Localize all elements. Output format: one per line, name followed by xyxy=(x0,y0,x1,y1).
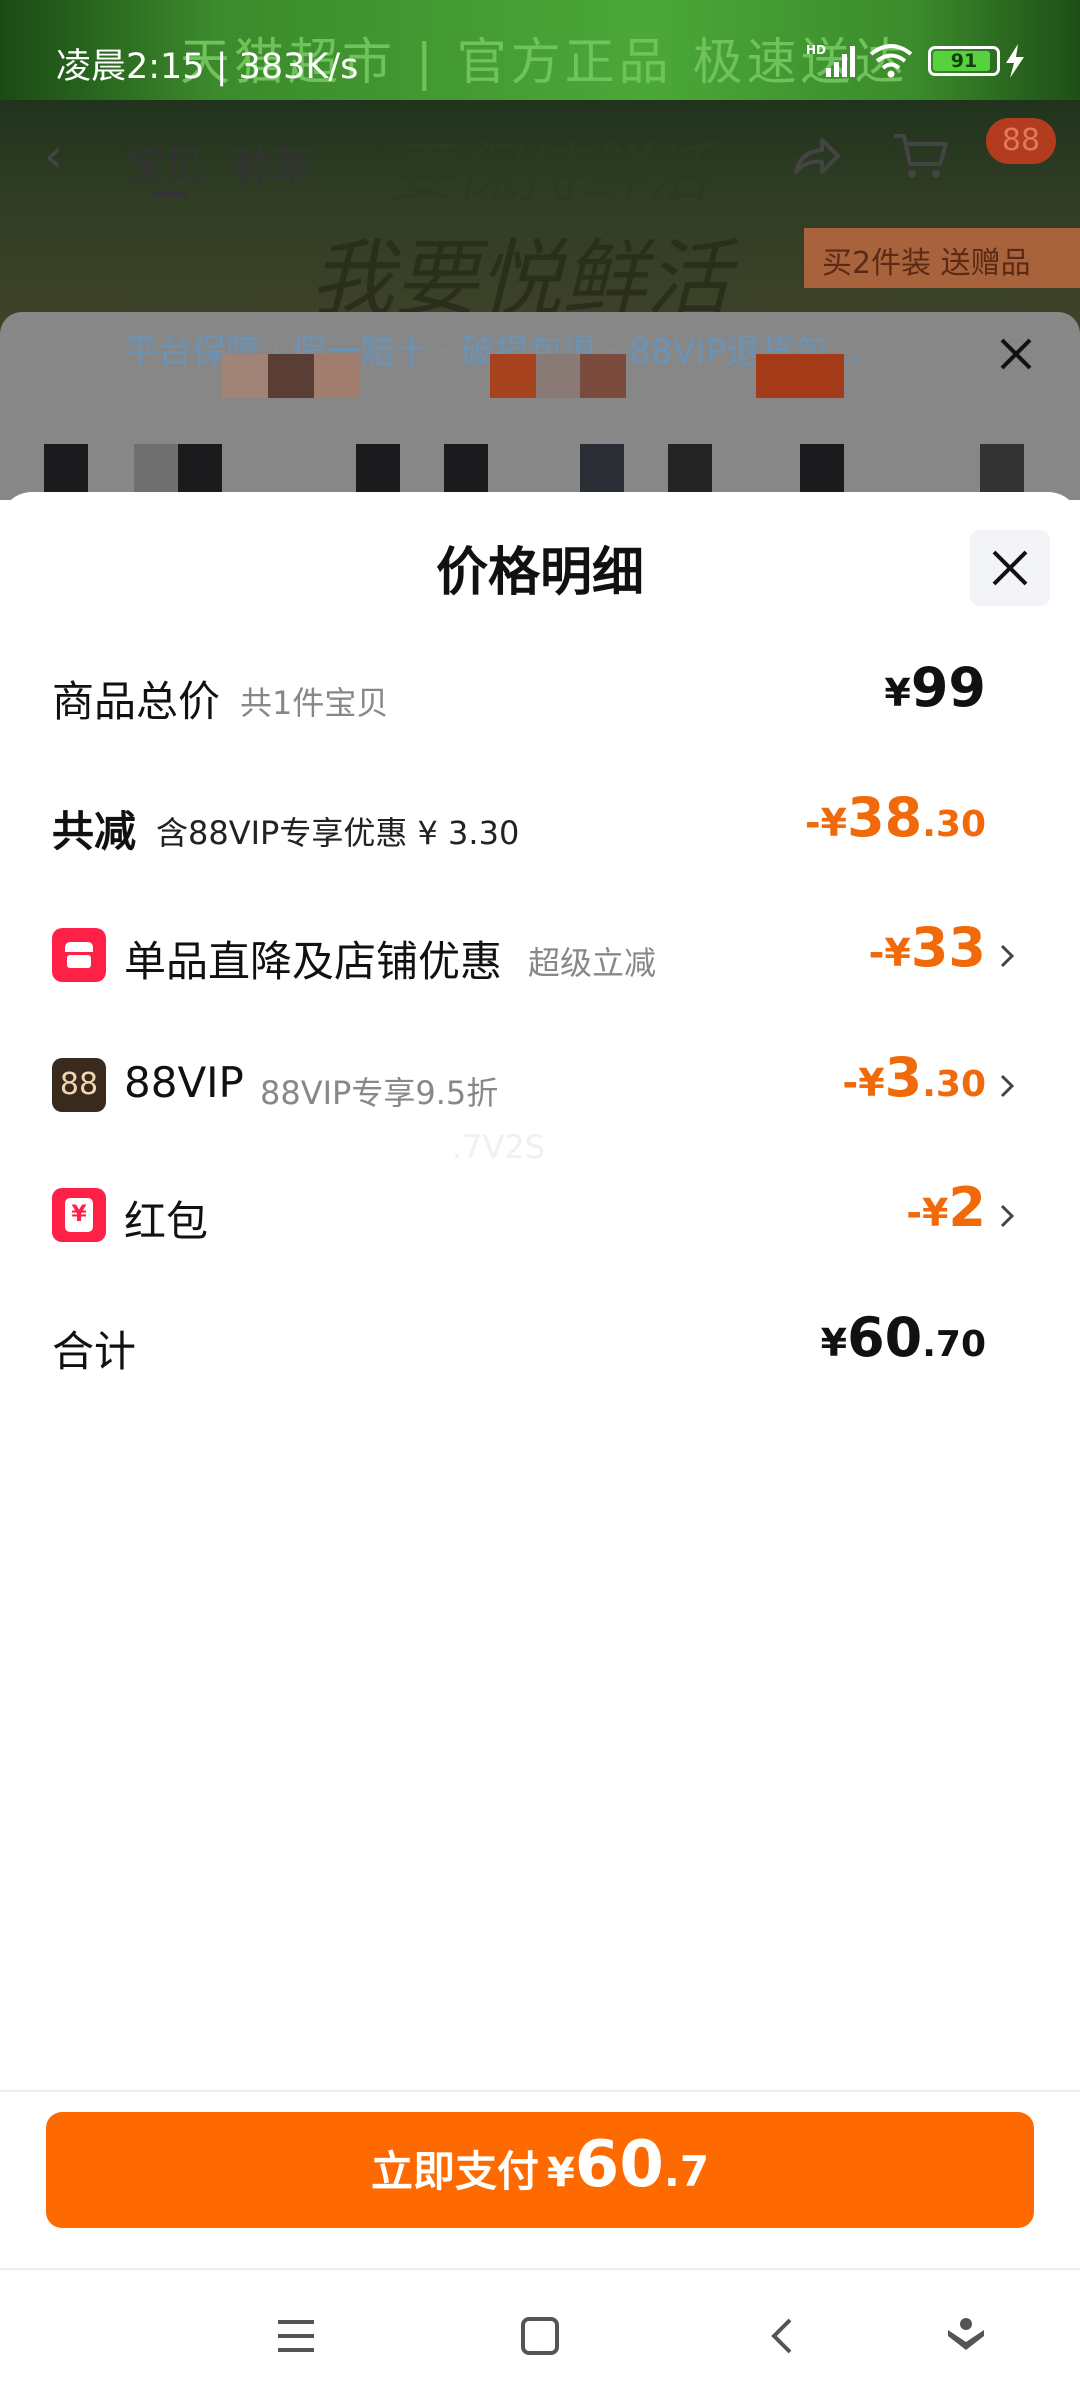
sheet-title: 价格明细 xyxy=(435,543,644,603)
pay-amount-int: 60 xyxy=(574,2128,664,2202)
swatch xyxy=(756,354,844,398)
sku-card: 平台保障 · 假一赔十 · 破损包退 · 88VIP退货包... xyxy=(0,312,1080,500)
swatch xyxy=(800,444,844,492)
size-swatches xyxy=(0,444,1080,492)
tab-recommend: 种草 xyxy=(232,144,312,190)
chevron-right-icon xyxy=(1000,944,1015,968)
menu-icon[interactable] xyxy=(274,2314,318,2358)
store-icon xyxy=(52,928,106,982)
row-amount: -¥3.30 xyxy=(842,1046,986,1109)
battery-icon: 91 xyxy=(928,46,1000,76)
wifi-icon xyxy=(869,44,913,78)
swatch xyxy=(178,444,222,492)
tab-product: 宝贝 xyxy=(125,144,205,190)
row-sub: 含88VIP专享优惠 ¥ 3.30 xyxy=(156,814,520,852)
swatch xyxy=(222,354,268,398)
row-amount: -¥33 xyxy=(868,916,986,979)
swatch xyxy=(980,444,1024,492)
color-swatches xyxy=(0,354,1080,404)
swatch xyxy=(580,354,626,398)
row-amount: -¥38.30 xyxy=(804,786,986,849)
watermark-text: .7V2S xyxy=(452,1128,546,1166)
pay-amount-dec: .7 xyxy=(663,2147,710,2196)
pay-button-content: 立即支付 ¥60.7 xyxy=(46,2128,1034,2202)
cart-icon xyxy=(894,134,948,178)
status-time: 凌晨2:15 | 383K/s xyxy=(56,47,359,87)
price-detail-sheet: 价格明细 商品总价 共1件宝贝 ¥99 共减 含88VIP专享优惠 ¥ 3.30… xyxy=(0,492,1080,2400)
row-amount: ¥60.70 xyxy=(820,1306,986,1369)
row-amount: -¥2 xyxy=(906,1176,986,1239)
back-icon[interactable] xyxy=(762,2314,806,2358)
signal-icon: HD xyxy=(806,43,855,77)
swatch xyxy=(536,354,582,398)
swatch xyxy=(490,354,536,398)
back-icon: ‹ xyxy=(44,128,64,184)
swatch xyxy=(134,444,178,492)
row-store-discount[interactable]: 单品直降及店铺优惠 超级立减 -¥33 xyxy=(0,910,1080,1000)
close-button[interactable] xyxy=(970,530,1050,606)
row-label: 合计 xyxy=(52,1327,137,1376)
swatch xyxy=(44,444,88,492)
tab-underline xyxy=(152,192,188,197)
pay-now-button[interactable]: 立即支付 ¥60.7 xyxy=(46,2112,1034,2228)
system-nav-bar xyxy=(0,2270,1080,2400)
share-icon xyxy=(794,138,840,174)
row-goods-total: 商品总价 共1件宝贝 ¥99 xyxy=(0,650,1080,740)
row-red-packet[interactable]: ¥ 红包 -¥2 xyxy=(0,1170,1080,1260)
88vip-icon: 88 xyxy=(52,1058,106,1112)
row-label: 88VIP xyxy=(124,1058,244,1107)
cart-badge: 88 xyxy=(986,118,1056,164)
divider xyxy=(0,2090,1080,2092)
pay-button-label: 立即支付 xyxy=(370,2147,539,2196)
row-label: 单品直降及店铺优惠 xyxy=(124,937,503,986)
row-label: 商品总价 xyxy=(52,677,221,726)
battery-level: 91 xyxy=(950,50,978,72)
swatch xyxy=(580,444,624,492)
promo-tag: 买2件装 送赠品 xyxy=(804,228,1080,288)
swatch xyxy=(668,444,712,492)
svg-text:HD: HD xyxy=(806,43,826,57)
chevron-right-icon xyxy=(1000,1204,1015,1228)
red-packet-icon: ¥ xyxy=(52,1188,106,1242)
row-label: 共减 xyxy=(52,807,137,856)
swatch xyxy=(356,444,400,492)
status-bar: 凌晨2:15 | 383K/s HD 91 xyxy=(0,0,1080,100)
row-sub: 超级立减 xyxy=(528,944,657,982)
charging-icon xyxy=(1006,44,1024,78)
swatch xyxy=(314,354,360,398)
row-amount: ¥99 xyxy=(884,656,986,719)
row-label: 红包 xyxy=(124,1197,209,1246)
swatch xyxy=(444,444,488,492)
row-88vip[interactable]: 88 88VIP 88VIP专享9.5折 -¥3.30 xyxy=(0,1040,1080,1130)
chevron-right-icon xyxy=(1000,1074,1015,1098)
product-nav-bar: ‹ 宝贝 种草 88 xyxy=(0,110,1080,200)
home-icon[interactable] xyxy=(518,2314,562,2358)
row-sub: 共1件宝贝 xyxy=(240,684,389,722)
close-icon xyxy=(992,550,1028,586)
swatch xyxy=(268,354,314,398)
red-packet-symbol: ¥ xyxy=(65,1198,93,1232)
pay-currency: ¥ xyxy=(546,2150,575,2196)
row-total-discount: 共减 含88VIP专享优惠 ¥ 3.30 -¥38.30 xyxy=(0,780,1080,870)
row-sum: 合计 ¥60.70 xyxy=(0,1300,1080,1390)
assistant-icon[interactable] xyxy=(944,2314,988,2358)
row-sub: 88VIP专享9.5折 xyxy=(260,1074,499,1112)
